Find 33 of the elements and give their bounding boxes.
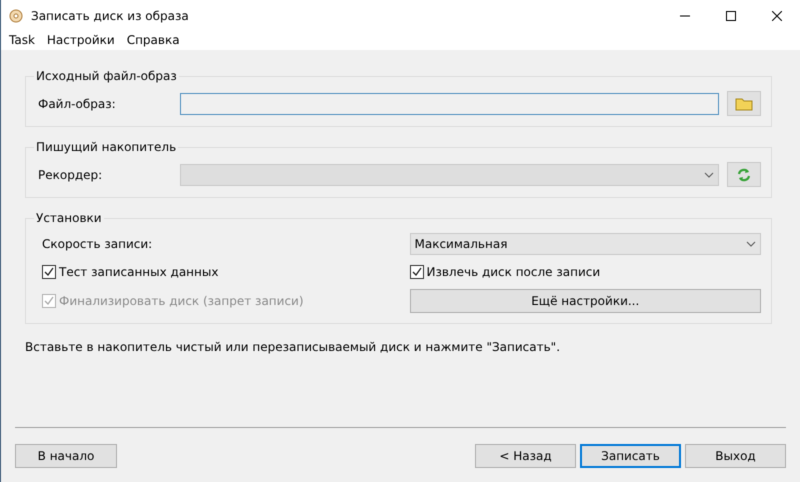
field-label: Скорость записи: xyxy=(42,237,154,251)
refresh-icon xyxy=(737,168,751,182)
menu-item[interactable]: Task xyxy=(9,33,35,47)
check-icon xyxy=(44,267,54,277)
hint-text: Вставьте в накопитель чистый или перезаписываемый диск и нажмите "Записать". xyxy=(25,340,562,354)
file-input-field[interactable] xyxy=(180,92,719,114)
check-icon xyxy=(412,267,422,277)
group-title: Установки xyxy=(34,211,104,225)
more-settings-button[interactable]: Ещё настройки... xyxy=(410,289,761,313)
dialog-button[interactable]: В начало xyxy=(15,444,117,468)
menu-item[interactable]: Справка xyxy=(126,33,180,47)
field-label: Рекордер: xyxy=(38,168,104,182)
recorder-dropdown[interactable] xyxy=(180,164,719,186)
maximize-icon xyxy=(726,11,736,21)
group-title: Пишущий накопитель xyxy=(34,140,178,154)
folder-icon xyxy=(735,96,753,110)
refresh-button[interactable] xyxy=(727,162,761,187)
chevron-down-icon xyxy=(704,172,714,178)
chevron-down-icon xyxy=(746,241,756,247)
menu-item[interactable]: Настройки xyxy=(46,33,115,47)
window-title: Записать диск из образа xyxy=(31,9,190,23)
group-title: Исходный файл-образ xyxy=(34,69,179,83)
dialog-button[interactable]: Записать xyxy=(580,444,681,468)
close-icon xyxy=(772,11,782,21)
dialog-button[interactable]: < Назад xyxy=(475,444,576,468)
speed-dropdown[interactable]: Максимальная xyxy=(410,233,761,255)
field-label: Файл-образ: xyxy=(38,96,117,110)
checkbox[interactable]: Тест записанных данных xyxy=(42,265,394,279)
checkbox[interactable]: Извлечь диск после записи xyxy=(410,265,761,279)
browse-button[interactable] xyxy=(727,91,761,116)
check-icon xyxy=(44,296,54,306)
dialog-button[interactable]: Выход xyxy=(685,444,786,468)
disc-icon xyxy=(9,9,23,23)
